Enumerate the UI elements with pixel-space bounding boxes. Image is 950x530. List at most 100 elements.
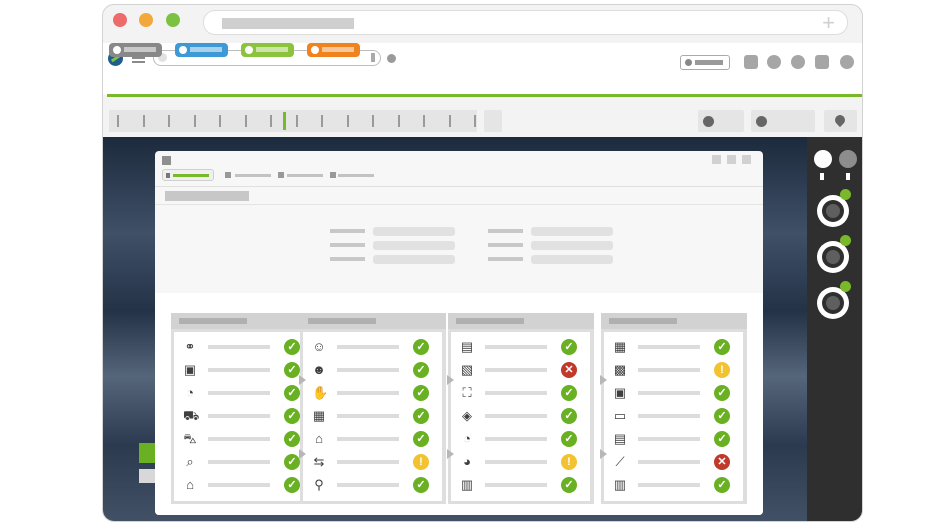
workflow-row[interactable]: ⚭ ✓ xyxy=(178,337,310,357)
workflow-row[interactable]: ⛟ ✓ xyxy=(178,406,310,426)
row-label xyxy=(485,368,547,372)
flow-arrow-icon xyxy=(447,449,454,459)
tab-2-icon xyxy=(225,172,231,178)
form-field-3[interactable] xyxy=(373,255,455,264)
tab-divider xyxy=(155,186,763,187)
close-window-button[interactable] xyxy=(113,13,127,27)
app-tab-3[interactable] xyxy=(241,43,294,57)
workflow-row[interactable]: ⚲ ✓ xyxy=(307,475,439,495)
workflow-row[interactable]: ▭ ✓ xyxy=(608,406,740,426)
timeline-slider[interactable] xyxy=(109,110,477,132)
window-close-button[interactable] xyxy=(742,155,751,164)
dashboard-window: ⚭ ✓ ▣ ✓ ◔ ✓ ⛟ ✓ ⛍ ✓ ⌕ ✓ ⌂ ✓ ☺ ✓ ☻ ✓ ✋ ✓ ▦ ✓ ⌂ ✓ ⇆! ⚲ ✓ ▤ ✓ ▧ ✕ ⛶ ✓ ◈ ✓ ◔ ✓ ◕!… xyxy=(155,151,763,515)
address-placeholder xyxy=(222,18,354,29)
app-tab-1[interactable] xyxy=(109,43,162,57)
workflow-row[interactable]: ▣ ✓ xyxy=(178,360,310,380)
form-field-6[interactable] xyxy=(531,255,613,264)
search-clear-icon[interactable] xyxy=(371,53,375,62)
app-tab-4[interactable] xyxy=(307,43,360,57)
house-icon: ⌂ xyxy=(315,431,323,446)
row-label xyxy=(337,414,399,418)
section-title xyxy=(165,191,249,201)
inspect-icon: ⌕ xyxy=(186,454,194,469)
workflow-row[interactable]: ⌂ ✓ xyxy=(307,429,439,449)
panel-marker-2 xyxy=(846,173,850,180)
workflow-row[interactable]: ☻ ✓ xyxy=(307,360,439,380)
check-icon: ✓ xyxy=(561,408,577,424)
workflow-row[interactable]: ⛍ ✓ xyxy=(178,429,310,449)
timeline-tick xyxy=(372,115,374,127)
new-tab-icon[interactable]: + xyxy=(822,11,835,35)
people-tree-icon: ⚭ xyxy=(184,339,196,354)
timeline-tick xyxy=(397,115,400,127)
timeline-tick xyxy=(346,115,349,127)
user-toggle[interactable] xyxy=(680,55,730,70)
toolbar-button-2[interactable] xyxy=(767,55,781,69)
search-options-icon[interactable] xyxy=(387,54,396,63)
panel-avatar-1[interactable] xyxy=(814,150,832,168)
workflow-row[interactable]: ▩! xyxy=(608,360,740,380)
workflow-row[interactable]: ▤ ✓ xyxy=(608,429,740,449)
app-tab-2[interactable] xyxy=(175,43,228,57)
workflow-row[interactable]: ⌕ ✓ xyxy=(178,452,310,472)
workflow-row[interactable]: ▤ ✓ xyxy=(455,337,587,357)
store-icon: ⌂ xyxy=(186,477,194,492)
address-bar[interactable]: + xyxy=(203,10,848,35)
panel-avatar-2[interactable] xyxy=(839,150,857,168)
timeline-button[interactable] xyxy=(484,110,502,132)
form-field-1[interactable] xyxy=(373,227,455,236)
form-field-2[interactable] xyxy=(373,241,455,250)
workflow-row[interactable]: ▥ ✓ xyxy=(455,475,587,495)
panel-marker-1 xyxy=(820,173,824,180)
window-maximize-button[interactable] xyxy=(727,155,736,164)
workflow-row[interactable]: ▥ ✓ xyxy=(608,475,740,495)
row-label xyxy=(485,483,547,487)
workflow-row[interactable]: ☺ ✓ xyxy=(307,337,439,357)
check-icon: ✓ xyxy=(284,454,300,470)
box-icon: ▣ xyxy=(183,362,197,377)
check-icon: ✓ xyxy=(413,477,429,493)
chat-person-icon: ☺ xyxy=(312,339,326,354)
timeline-tick xyxy=(219,115,221,127)
column-header xyxy=(601,313,747,329)
form-field-5[interactable] xyxy=(531,241,613,250)
window-minimize-button[interactable] xyxy=(712,155,721,164)
workflow-row[interactable]: ⌂ ✓ xyxy=(178,475,310,495)
check-icon: ✓ xyxy=(561,385,577,401)
timeline-handle[interactable] xyxy=(283,112,286,130)
tab-4-icon xyxy=(330,172,336,178)
tab-4[interactable] xyxy=(338,174,374,177)
location-button[interactable] xyxy=(824,110,857,132)
warehouse-icon: ▦ xyxy=(312,408,326,423)
workflow-row[interactable]: ⇆! xyxy=(307,452,439,472)
workflow-row[interactable]: ⟋ ✕ xyxy=(608,452,740,472)
filter-dropdown-1[interactable] xyxy=(698,110,744,132)
row-label xyxy=(638,368,700,372)
toolbar-button-4[interactable] xyxy=(815,55,829,69)
workflow-row[interactable]: ▧ ✕ xyxy=(455,360,587,380)
minimize-window-button[interactable] xyxy=(139,13,153,27)
check-icon: ✓ xyxy=(561,477,577,493)
workflow-row[interactable]: ⛶ ✓ xyxy=(455,383,587,403)
workflow-row[interactable]: ▦ ✓ xyxy=(307,406,439,426)
workflow-row[interactable]: ◈ ✓ xyxy=(455,406,587,426)
tab-active[interactable] xyxy=(162,169,214,181)
filter-dropdown-2[interactable] xyxy=(751,110,815,132)
workflow-column-1: ⚭ ✓ ▣ ✓ ◔ ✓ ⛟ ✓ ⛍ ✓ ⌕ ✓ ⌂ ✓ xyxy=(171,313,317,504)
error-x-icon: ✕ xyxy=(561,362,577,378)
toolbar-button-5[interactable] xyxy=(840,55,854,69)
tab-2[interactable] xyxy=(235,174,271,177)
form-field-4[interactable] xyxy=(531,227,613,236)
workflow-row[interactable]: ◔ ✓ xyxy=(178,383,310,403)
row-label xyxy=(208,437,270,441)
workflow-row[interactable]: ◔ ✓ xyxy=(455,429,587,449)
column-body: ⚭ ✓ ▣ ✓ ◔ ✓ ⛟ ✓ ⛍ ✓ ⌕ ✓ ⌂ ✓ xyxy=(174,332,313,501)
workflow-row[interactable]: ▣ ✓ xyxy=(608,383,740,403)
tab-3[interactable] xyxy=(287,174,323,177)
toolbar-button-1[interactable] xyxy=(744,55,758,69)
toolbar-button-3[interactable] xyxy=(791,55,805,69)
workflow-row[interactable]: ▦ ✓ xyxy=(608,337,740,357)
maximize-window-button[interactable] xyxy=(166,13,180,27)
workflow-row[interactable]: ◕! xyxy=(455,452,587,472)
workflow-row[interactable]: ✋ ✓ xyxy=(307,383,439,403)
